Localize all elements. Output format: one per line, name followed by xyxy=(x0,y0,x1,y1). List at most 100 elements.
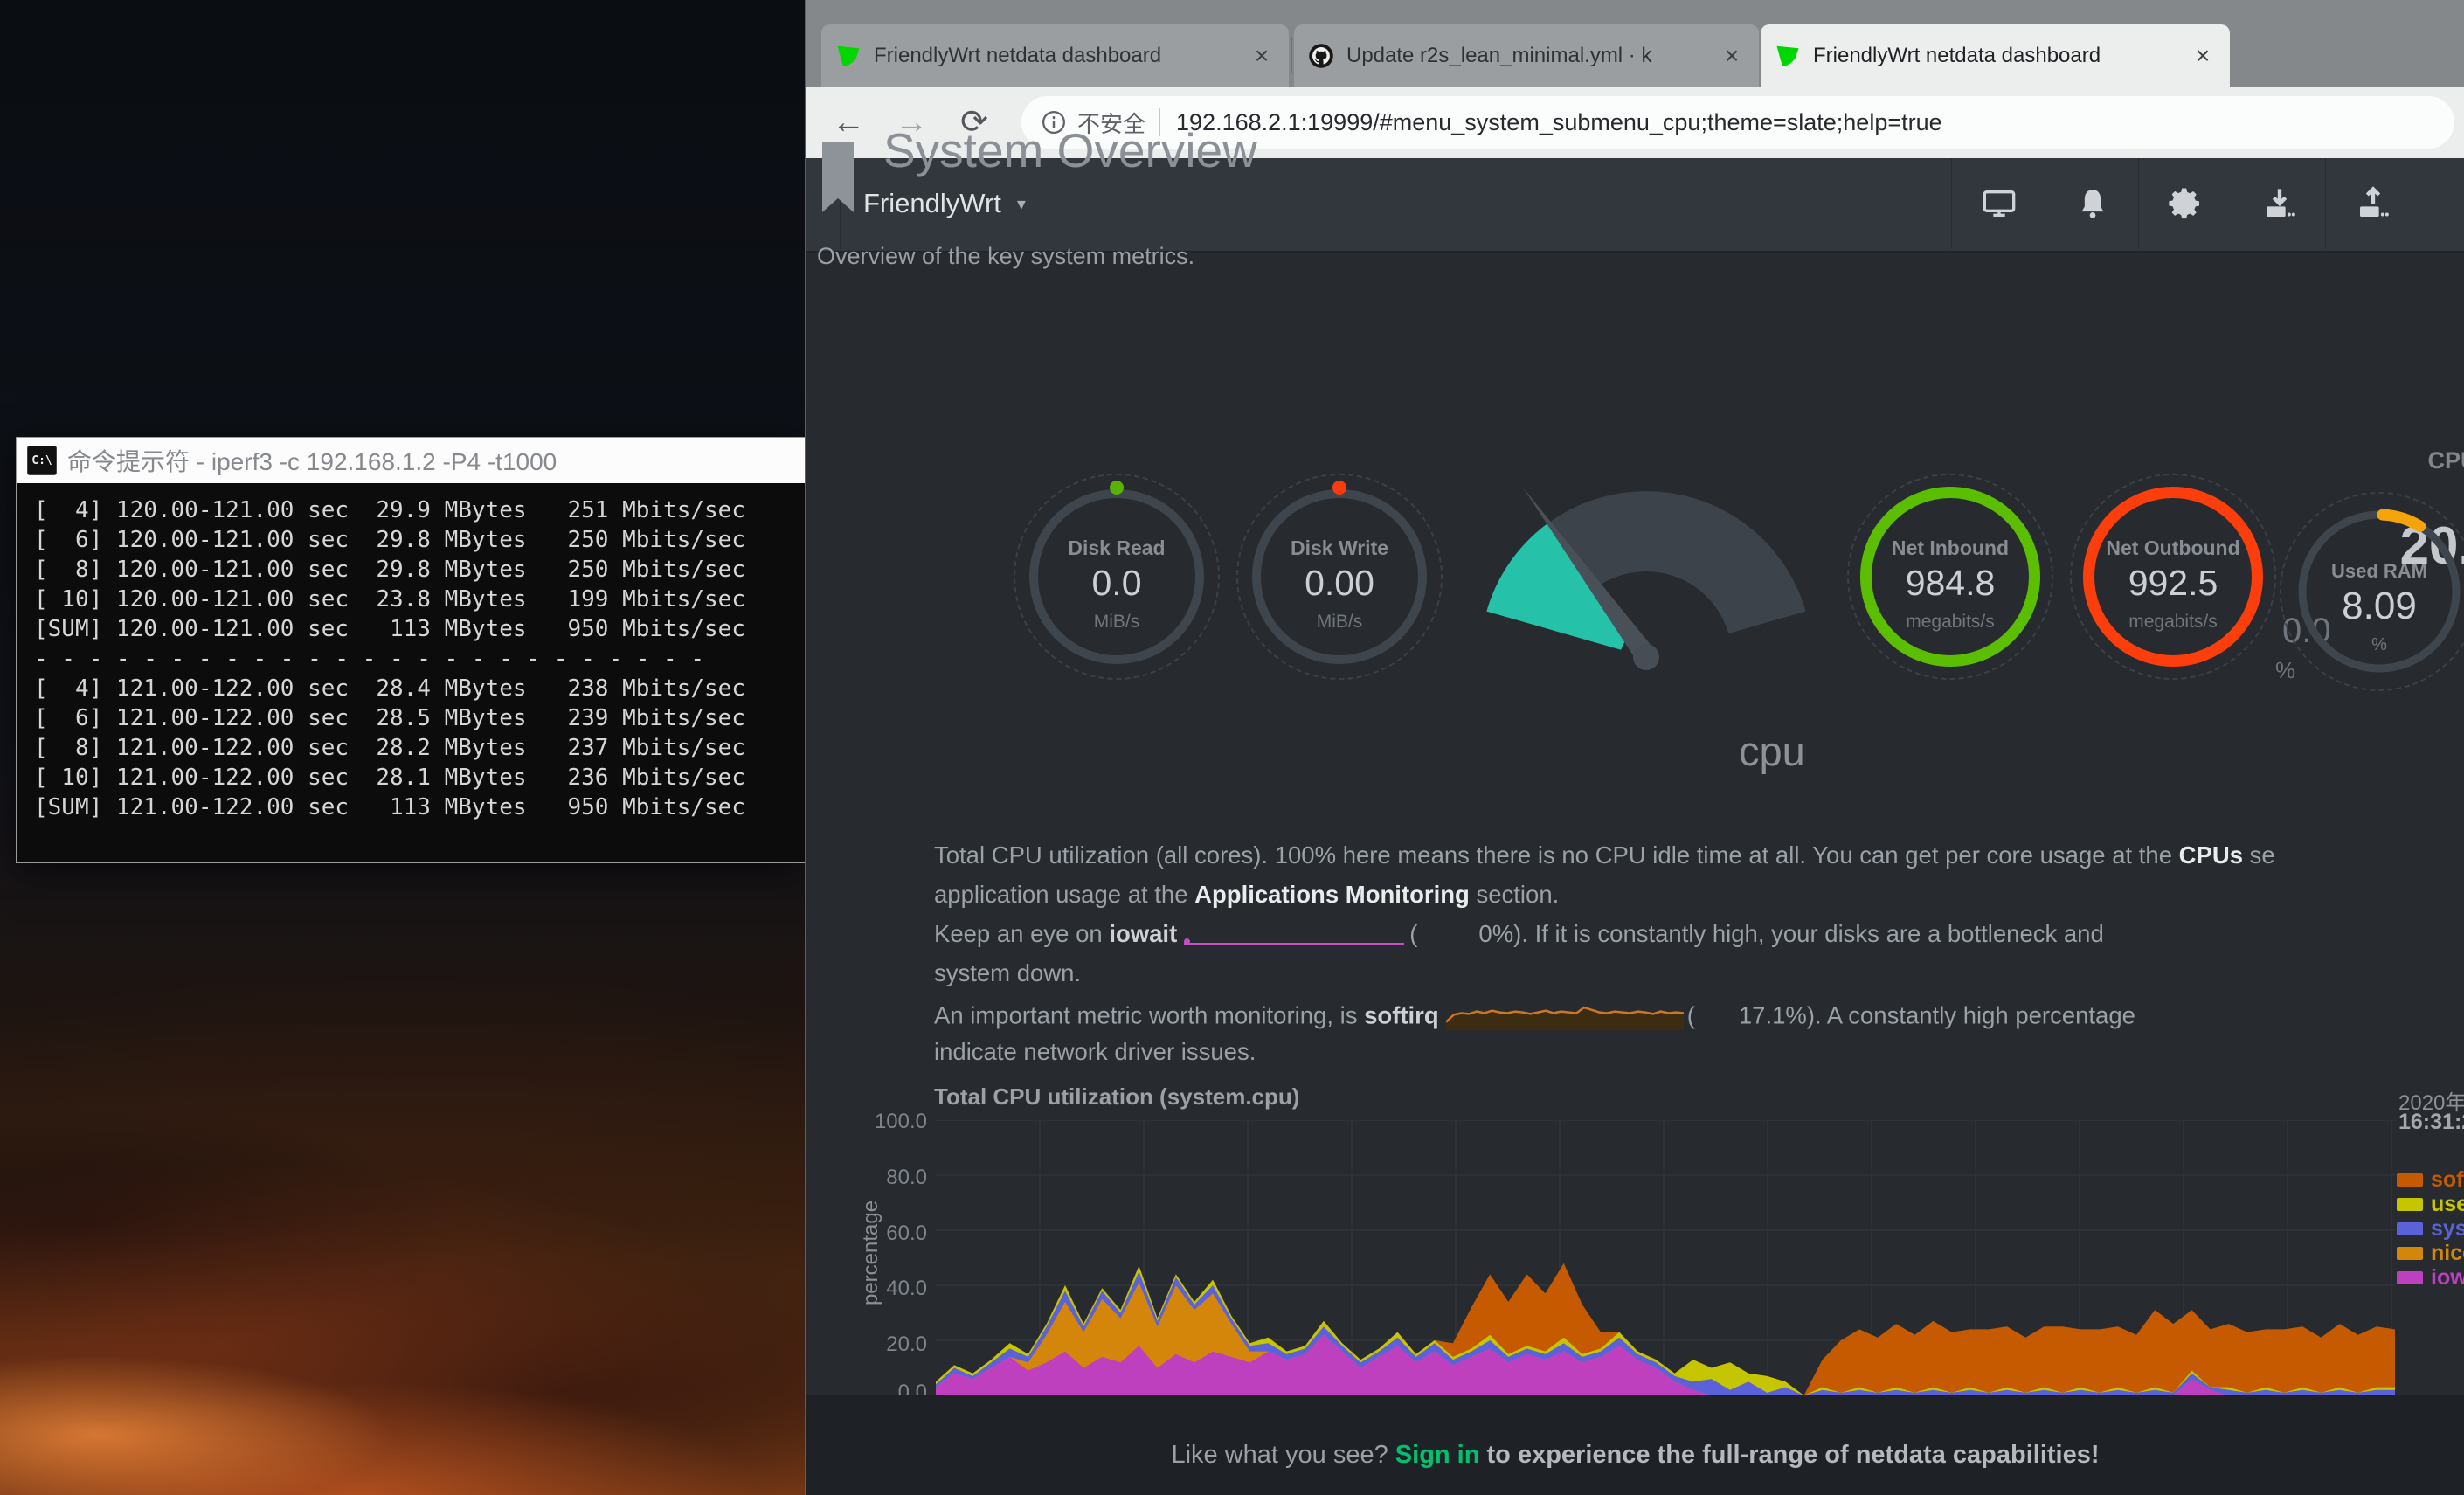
gauge-unit: % xyxy=(2292,635,2464,655)
tab-friendlywrt-1[interactable]: FriendlyWrt netdata dashboard × xyxy=(821,24,1289,87)
legend-swatch xyxy=(2397,1173,2423,1187)
help-button-cut[interactable] xyxy=(2419,158,2464,249)
legend-item-softirq[interactable]: softirq xyxy=(2397,1169,2464,1190)
gauge-disk-read[interactable]: Disk Read 0.0 MiB/s xyxy=(1014,474,1220,680)
gauge-unit: megabits/s xyxy=(1847,612,2053,633)
chart-title: Total CPU utilization (system.cpu) xyxy=(934,1083,1299,1111)
terminal-line: [ 10] 121.00-122.00 sec 28.1 MBytes 236 … xyxy=(34,763,805,792)
terminal-line: [ 8] 121.00-122.00 sec 28.2 MBytes 237 M… xyxy=(34,733,805,763)
terminal-title: 命令提示符 - iperf3 -c 192.168.1.2 -P4 -t1000 xyxy=(67,443,557,478)
cpu-description-line: indicate network driver issues. xyxy=(934,1038,2464,1073)
tab-close-icon[interactable]: × xyxy=(2190,42,2216,70)
terminal-output: [ 4] 120.00-121.00 sec 29.9 MBytes 251 M… xyxy=(17,483,805,862)
tab-strip: FriendlyWrt netdata dashboard × Update r… xyxy=(806,0,2464,87)
monitor-icon xyxy=(1982,186,2017,221)
gauge-value: 984.8 xyxy=(1847,563,2053,604)
tab-title: FriendlyWrt netdata dashboard xyxy=(1813,44,2177,68)
gauge-label: CPU xyxy=(2409,447,2464,474)
cpu-description-line: application usage at the Applications Mo… xyxy=(934,881,2464,916)
gauge-net-outbound[interactable]: Net Outbound 992.5 megabits/s xyxy=(2070,474,2276,680)
tab-friendlywrt-2-active[interactable]: FriendlyWrt netdata dashboard × xyxy=(1761,24,2230,87)
y-tick: 100.0 xyxy=(840,1110,927,1134)
cpu-chart[interactable] xyxy=(936,1120,2395,1395)
legend-item-user[interactable]: user xyxy=(2397,1194,2464,1215)
iowait-sparkline xyxy=(1184,920,1404,945)
gauge-label: Disk Read xyxy=(1014,536,1220,560)
cpu-description-line: Total CPU utilization (all cores). 100% … xyxy=(934,841,2464,876)
gauge-label: Used RAM xyxy=(2292,560,2464,583)
terminal-line: [ 10] 120.00-121.00 sec 23.8 MBytes 199 … xyxy=(34,585,805,614)
gauge-value: 8.09 xyxy=(2292,585,2464,628)
tab-close-icon[interactable]: × xyxy=(1719,42,1745,70)
legend-item-iowait[interactable]: iowait xyxy=(2397,1267,2464,1288)
terminal-window[interactable]: C:\ 命令提示符 - iperf3 -c 192.168.1.2 -P4 -t… xyxy=(16,437,806,863)
gauge-value-dot xyxy=(1110,481,1124,495)
gauge-unit: MiB/s xyxy=(1014,612,1220,633)
gauge-unit: MiB/s xyxy=(1236,612,1443,633)
print-dashboard-button[interactable] xyxy=(1951,158,2045,249)
tab-github[interactable]: Update r2s_lean_minimal.yml · k × xyxy=(1294,24,1759,87)
tab-close-icon[interactable]: × xyxy=(1249,42,1275,70)
applications-monitoring-link[interactable]: Applications Monitoring xyxy=(1194,881,1470,908)
y-tick: 80.0 xyxy=(840,1166,927,1190)
terminal-line: - - - - - - - - - - - - - - - - - - - - … xyxy=(34,644,805,674)
gauge-used-ram[interactable]: Used RAM 8.09 % xyxy=(2292,504,2464,679)
gauge-value: 992.5 xyxy=(2070,563,2276,604)
gauge-cpu[interactable] xyxy=(1467,428,1825,699)
netdata-favicon xyxy=(835,43,862,69)
terminal-line: [ 8] 120.00-121.00 sec 29.8 MBytes 250 M… xyxy=(34,555,805,585)
upload-icon xyxy=(2356,186,2391,221)
gauge-value-dot xyxy=(1332,481,1346,495)
legend-swatch xyxy=(2397,1198,2423,1211)
signin-link[interactable]: Sign in xyxy=(1395,1441,1480,1469)
back-button[interactable]: ← xyxy=(825,99,872,146)
gauge-disk-write[interactable]: Disk Write 0.00 MiB/s xyxy=(1236,474,1443,680)
browser-window: FriendlyWrt netdata dashboard × Update r… xyxy=(805,0,2464,1495)
github-icon xyxy=(1308,43,1334,69)
alarms-button[interactable] xyxy=(2045,158,2139,249)
legend-swatch xyxy=(2397,1222,2423,1235)
gauge-label: Net Inbound xyxy=(1847,536,2053,560)
download-icon xyxy=(2262,186,2297,221)
cpu-description-line: An important metric worth monitoring, is… xyxy=(934,999,2464,1034)
cpu-description-line: system down. xyxy=(934,959,2464,994)
terminal-line: [SUM] 121.00-122.00 sec 113 MBytes 950 M… xyxy=(34,792,805,822)
gear-icon xyxy=(2169,186,2204,221)
cpus-link[interactable]: CPUs xyxy=(2179,841,2243,869)
legend-item-system[interactable]: system xyxy=(2397,1218,2464,1239)
gauge-label: Net Outbound xyxy=(2070,536,2276,560)
legend-label: nice xyxy=(2431,1241,2464,1266)
signin-bar: Like what you see? Sign in to experience… xyxy=(806,1395,2464,1495)
terminal-line: [ 4] 120.00-121.00 sec 29.9 MBytes 251 M… xyxy=(34,495,805,525)
tab-separator xyxy=(1291,37,1292,73)
import-snapshot-button[interactable] xyxy=(2232,158,2326,249)
terminal-line: [ 4] 121.00-122.00 sec 28.4 MBytes 238 M… xyxy=(34,674,805,703)
tab-title: FriendlyWrt netdata dashboard xyxy=(874,44,1236,68)
url-text[interactable]: 192.168.2.1:19999/#menu_system_submenu_c… xyxy=(1176,109,1942,136)
legend-label: system xyxy=(2431,1216,2464,1242)
legend-swatch xyxy=(2397,1247,2423,1260)
cpu-description-line: Keep an eye on iowait(0%). If it is cons… xyxy=(934,920,2464,955)
legend-label: iowait xyxy=(2431,1265,2464,1291)
gauge-label: Disk Write xyxy=(1236,536,1443,560)
chart-time: 16:31:2 xyxy=(2398,1110,2464,1135)
hostname-label: FriendlyWrt xyxy=(863,188,1001,219)
chevron-down-icon: ▾ xyxy=(1017,193,1026,215)
gauge-value: 0.0 xyxy=(1014,563,1220,604)
legend-item-nice[interactable]: nice xyxy=(2397,1242,2464,1263)
y-tick: 40.0 xyxy=(840,1277,927,1301)
terminal-line: [SUM] 120.00-121.00 sec 113 MBytes 950 M… xyxy=(34,614,805,644)
tab-title: Update r2s_lean_minimal.yml · k xyxy=(1346,44,1706,68)
netdata-favicon xyxy=(1775,43,1801,69)
screen: C:\ 命令提示符 - iperf3 -c 192.168.1.2 -P4 -t… xyxy=(0,0,2464,1495)
y-tick: 20.0 xyxy=(840,1332,927,1357)
bell-icon xyxy=(2075,186,2110,221)
legend-swatch xyxy=(2397,1271,2423,1284)
export-snapshot-button[interactable] xyxy=(2325,158,2419,249)
terminal-titlebar[interactable]: C:\ 命令提示符 - iperf3 -c 192.168.1.2 -P4 -t… xyxy=(17,438,805,483)
terminal-line: [ 6] 120.00-121.00 sec 29.8 MBytes 250 M… xyxy=(34,525,805,555)
subsection-title: cpu xyxy=(1739,727,1805,775)
settings-button[interactable] xyxy=(2138,158,2232,249)
gauge-net-inbound[interactable]: Net Inbound 984.8 megabits/s xyxy=(1847,474,2053,680)
cmd-icon: C:\ xyxy=(27,446,57,475)
